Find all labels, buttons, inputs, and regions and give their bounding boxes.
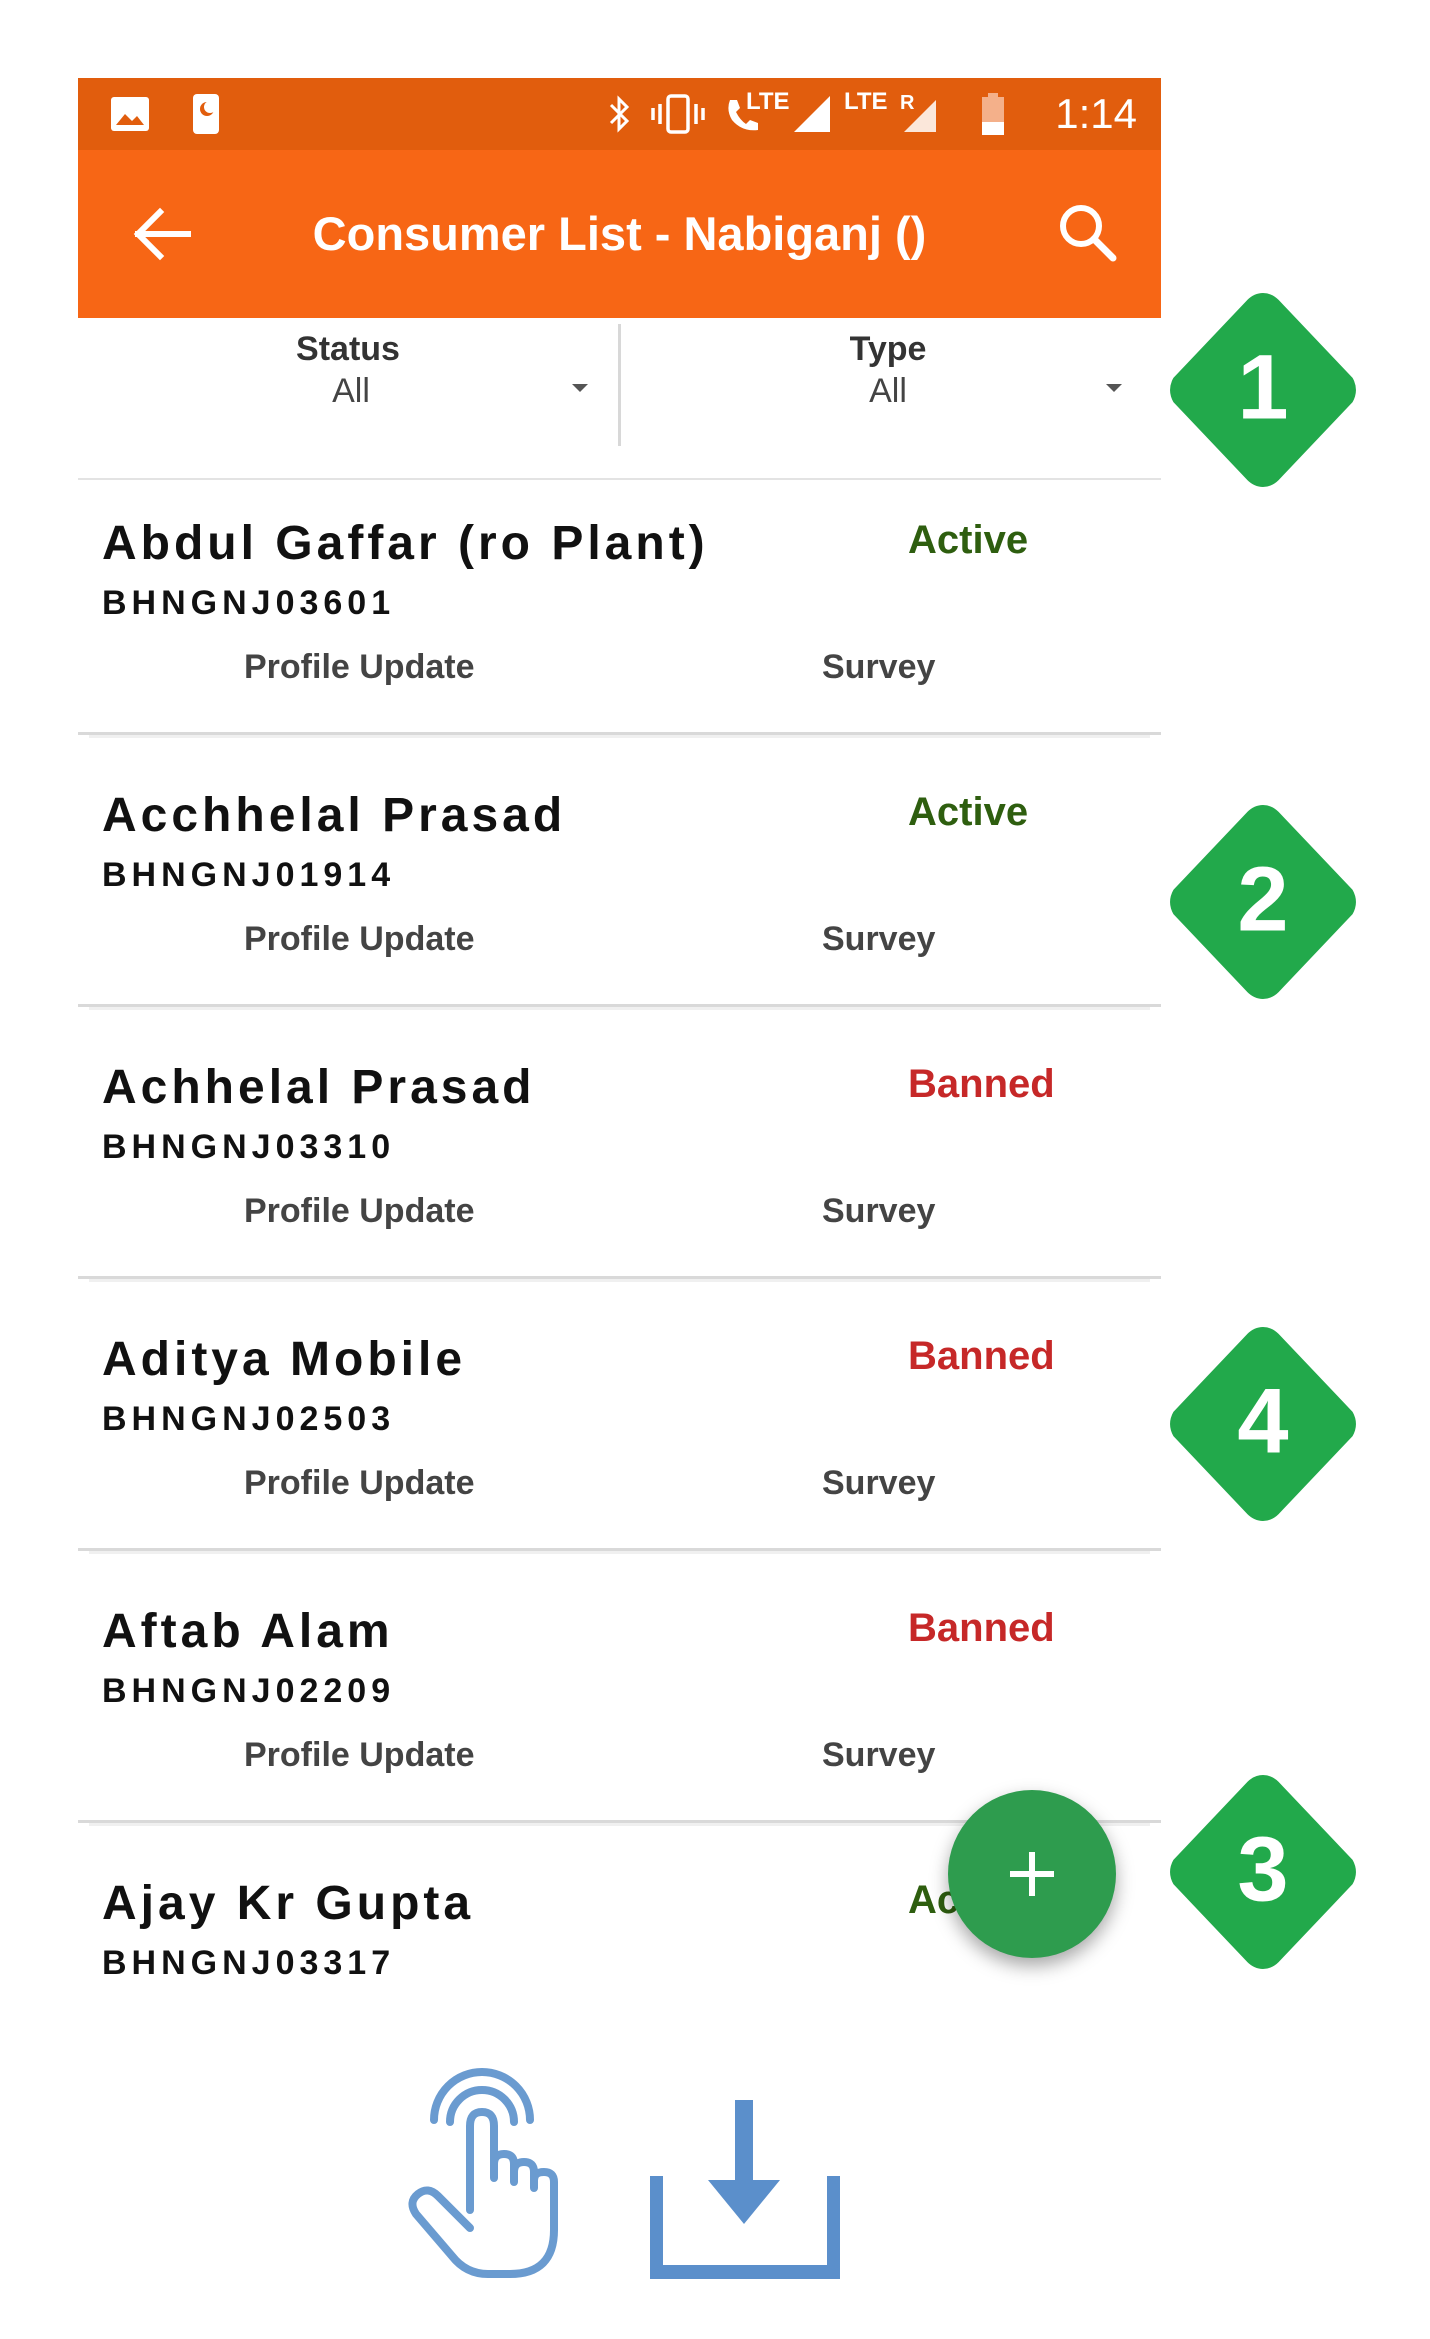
type-filter-dropdown[interactable]: Type All — [618, 318, 1138, 446]
survey-button[interactable]: Survey — [822, 1192, 935, 1231]
status-bar: LTE LTE R 1:14 — [78, 78, 1161, 150]
status-filter-value: All — [332, 372, 370, 410]
survey-button[interactable]: Survey — [822, 920, 935, 959]
add-consumer-button[interactable] — [948, 1790, 1116, 1958]
consumer-code: BHNGNJ03310 — [102, 1128, 396, 1166]
survey-button[interactable]: Survey — [822, 1464, 935, 1503]
list-item[interactable]: Aftab Alam BHNGNJ02209 Banned Profile Up… — [78, 1568, 1161, 1823]
filter-bar: Status All Type All — [78, 318, 1161, 480]
survey-button[interactable]: Survey — [822, 1736, 935, 1775]
phone-screen: LTE LTE R 1:14 Consumer List - Nabiganj … — [78, 78, 1161, 2010]
lte-main-label: LTE — [844, 88, 888, 115]
status-badge: Active — [908, 790, 1029, 834]
annotation-badge-1: 1 — [1155, 282, 1371, 498]
consumer-code: BHNGNJ02503 — [102, 1400, 396, 1438]
consumer-list: Abdul Gaffar (ro Plant) BHNGNJ03601 Acti… — [78, 480, 1161, 2010]
status-filter-dropdown[interactable]: Status All — [78, 318, 598, 446]
status-filter-label: Status — [296, 330, 400, 368]
type-filter-label: Type — [849, 330, 927, 368]
image-icon — [108, 92, 152, 136]
consumer-name: Aftab Alam — [102, 1605, 394, 1658]
consumer-code: BHNGNJ03601 — [102, 584, 396, 622]
bluetooth-icon — [600, 92, 640, 136]
app-bar: Consumer List - Nabiganj () — [78, 150, 1161, 318]
clock-time: 1:14 — [1055, 90, 1137, 137]
status-badge: Banned — [908, 1062, 1055, 1106]
signal-icon — [790, 92, 834, 136]
list-item[interactable]: Acchhelal Prasad BHNGNJ01914 Active Prof… — [78, 752, 1161, 1007]
annotation-badge-2: 2 — [1155, 794, 1371, 1010]
tap-hand-icon — [400, 2060, 572, 2285]
back-arrow-icon[interactable] — [128, 202, 196, 266]
consumer-name: Abdul Gaffar (ro Plant) — [102, 517, 709, 570]
consumer-name: Acchhelal Prasad — [102, 789, 567, 842]
status-badge: Active — [908, 518, 1029, 562]
profile-update-button[interactable]: Profile Update — [244, 920, 474, 959]
annotation-badge-4: 4 — [1155, 1316, 1371, 1532]
page-title: Consumer List - Nabiganj () — [312, 207, 927, 260]
download-icon — [649, 2100, 841, 2285]
consumer-name: Aditya Mobile — [102, 1333, 467, 1386]
lte-small-label: LTE — [746, 88, 790, 115]
profile-update-button[interactable]: Profile Update — [244, 648, 474, 687]
consumer-code: BHNGNJ03317 — [102, 1944, 396, 1982]
chevron-down-icon — [1106, 384, 1122, 392]
consumer-name: Achhelal Prasad — [102, 1061, 536, 1114]
list-item[interactable]: Achhelal Prasad BHNGNJ03310 Banned Profi… — [78, 1024, 1161, 1279]
status-badge: Banned — [908, 1606, 1055, 1650]
list-item[interactable]: Abdul Gaffar (ro Plant) BHNGNJ03601 Acti… — [78, 480, 1161, 735]
vibrate-icon — [650, 92, 706, 136]
profile-update-button[interactable]: Profile Update — [244, 1736, 474, 1775]
consumer-name: Ajay Kr Gupta — [102, 1877, 475, 1930]
status-badge: Banned — [908, 1334, 1055, 1378]
plus-icon — [1010, 1852, 1054, 1896]
signal-roaming-icon — [900, 92, 940, 136]
profile-update-button[interactable]: Profile Update — [244, 1192, 474, 1231]
type-filter-value: All — [869, 372, 907, 410]
consumer-code: BHNGNJ02209 — [102, 1672, 396, 1710]
survey-button[interactable]: Survey — [822, 648, 935, 687]
chevron-down-icon — [572, 384, 588, 392]
search-icon[interactable] — [1053, 198, 1123, 268]
moon-clock-icon — [190, 92, 222, 136]
list-item[interactable]: Aditya Mobile BHNGNJ02503 Banned Profile… — [78, 1296, 1161, 1551]
annotation-badge-3: 3 — [1155, 1764, 1371, 1980]
profile-update-button[interactable]: Profile Update — [244, 1464, 474, 1503]
battery-low-icon — [978, 92, 1008, 136]
consumer-code: BHNGNJ01914 — [102, 856, 396, 894]
